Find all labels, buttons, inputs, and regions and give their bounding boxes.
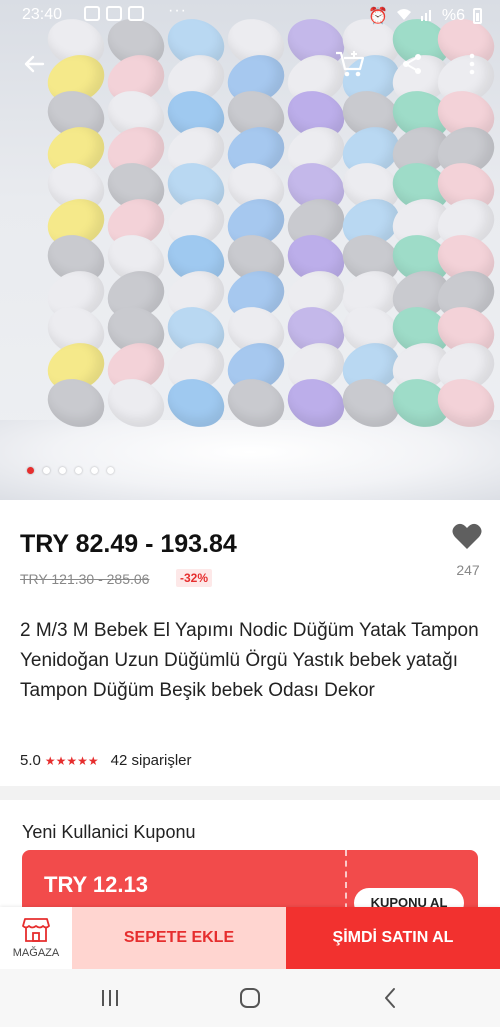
status-bar: 23:40 ··· ⏰ %6 bbox=[0, 0, 500, 30]
chevron-left-icon bbox=[385, 988, 395, 1008]
home-button[interactable] bbox=[230, 983, 270, 1013]
image-floor bbox=[0, 420, 500, 500]
store-button[interactable]: MAĞAZA bbox=[0, 907, 72, 969]
share-button[interactable] bbox=[392, 44, 432, 84]
home-icon bbox=[240, 988, 260, 1008]
carousel-dot[interactable] bbox=[107, 467, 114, 474]
braid-cushion bbox=[40, 10, 112, 436]
carousel-dot[interactable] bbox=[75, 467, 82, 474]
wifi-icon bbox=[396, 7, 412, 26]
recents-icon bbox=[102, 990, 118, 1006]
recents-button[interactable] bbox=[90, 983, 130, 1013]
product-title: 2 M/3 M Bebek El Yapımı Nodic Düğüm Yata… bbox=[20, 620, 479, 701]
braid-cushion bbox=[430, 10, 500, 436]
share-icon bbox=[403, 54, 421, 74]
old-price-range: TRY 121.30 - 285.06 bbox=[20, 571, 150, 587]
back-button[interactable] bbox=[14, 44, 54, 84]
carousel-dot[interactable] bbox=[91, 467, 98, 474]
section-divider bbox=[0, 786, 500, 800]
wishlist-count: 247 bbox=[456, 562, 480, 578]
system-nav-bar bbox=[0, 969, 500, 1027]
battery-text: %6 bbox=[441, 7, 465, 24]
braid-cushion bbox=[220, 10, 292, 436]
store-label: MAĞAZA bbox=[12, 947, 60, 959]
wishlist-button[interactable] bbox=[452, 522, 486, 552]
notification-icon bbox=[128, 6, 144, 21]
instagram-icon bbox=[84, 6, 100, 21]
back-nav-button[interactable] bbox=[370, 983, 410, 1013]
carousel-dot[interactable] bbox=[43, 467, 50, 474]
cart-button[interactable] bbox=[330, 44, 370, 84]
heart-icon bbox=[452, 523, 482, 549]
orders-count: 42 siparişler bbox=[110, 752, 192, 769]
signal-icon bbox=[420, 7, 434, 26]
braid-cushion bbox=[280, 10, 352, 436]
alarm-icon: ⏰ bbox=[367, 8, 388, 25]
arrow-left-icon bbox=[24, 55, 45, 73]
braid-cushion bbox=[100, 10, 172, 436]
store-icon bbox=[22, 918, 50, 942]
status-time: 23:40 bbox=[22, 6, 63, 23]
coupon-amount: TRY 12.13 bbox=[44, 872, 148, 897]
rating-row[interactable]: 5.0 ★★★★★ 42 siparişler bbox=[20, 752, 192, 769]
discount-badge: -32% bbox=[176, 569, 213, 587]
carousel-dot[interactable] bbox=[59, 467, 66, 474]
rating-stars: ★★★★★ bbox=[44, 753, 99, 768]
cart-add-icon bbox=[336, 51, 365, 77]
buy-now-button[interactable]: ŞİMDİ SATIN AL bbox=[286, 907, 500, 969]
braid-cushion bbox=[160, 10, 232, 436]
more-vert-icon bbox=[469, 53, 475, 75]
youtube-icon bbox=[106, 6, 122, 21]
more-options-button[interactable] bbox=[452, 44, 492, 84]
add-to-cart-button[interactable]: SEPETE EKLE bbox=[72, 907, 286, 969]
carousel-indicator bbox=[27, 467, 114, 474]
bottom-action-bar: MAĞAZA SEPETE EKLE ŞİMDİ SATIN AL bbox=[0, 907, 500, 969]
price-range: TRY 82.49 - 193.84 bbox=[20, 530, 237, 558]
battery-icon bbox=[473, 8, 482, 24]
more-notifications-icon: ··· bbox=[168, 2, 187, 19]
top-action-bar bbox=[0, 44, 500, 84]
coupon-heading: Yeni Kullanici Kuponu bbox=[22, 822, 196, 842]
rating-value: 5.0 bbox=[20, 752, 41, 769]
carousel-dot[interactable] bbox=[27, 467, 34, 474]
